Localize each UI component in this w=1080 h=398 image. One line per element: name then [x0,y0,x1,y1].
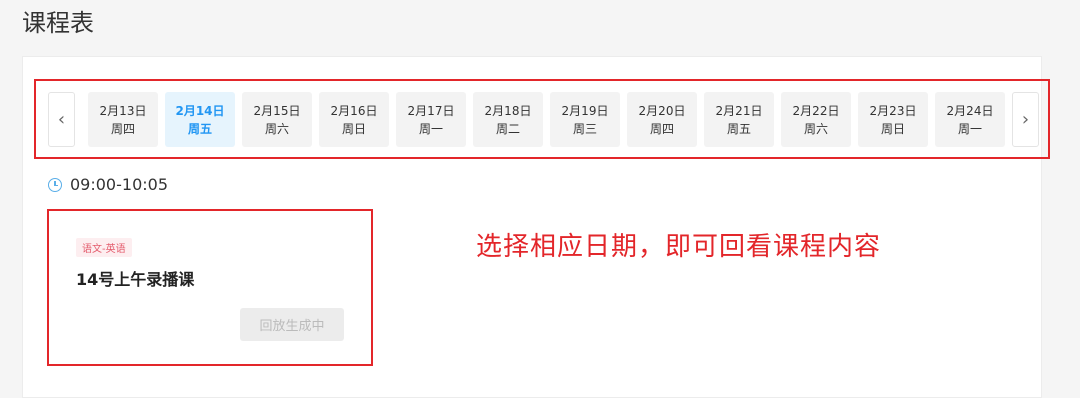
date-label: 2月20日 [638,103,686,118]
weekday-label: 周一 [957,121,982,136]
annotation-text: 选择相应日期，即可回看课程内容 [476,232,882,262]
prev-dates-button[interactable]: ‹ [48,92,75,147]
time-slot: 09:00-10:05 [48,175,168,194]
date-item[interactable]: 2月14日周五 [165,92,235,147]
subject-tag: 语文-英语 [76,238,132,257]
weekday-label: 周五 [726,121,751,136]
date-item[interactable]: 2月15日周六 [242,92,312,147]
weekday-label: 周一 [418,121,443,136]
date-item[interactable]: 2月13日周四 [88,92,158,147]
replay-button[interactable]: 回放生成中 [240,308,344,341]
date-label: 2月18日 [484,103,532,118]
weekday-label: 周三 [572,121,597,136]
chevron-right-icon: › [1021,109,1030,130]
date-item[interactable]: 2月24日周一 [935,92,1005,147]
date-item[interactable]: 2月22日周六 [781,92,851,147]
date-item[interactable]: 2月23日周日 [858,92,928,147]
date-label: 2月13日 [99,103,147,118]
date-label: 2月19日 [561,103,609,118]
date-label: 2月16日 [330,103,378,118]
next-dates-button[interactable]: › [1012,92,1039,147]
date-item[interactable]: 2月20日周四 [627,92,697,147]
weekday-label: 周四 [110,121,135,136]
date-label: 2月17日 [407,103,455,118]
date-item[interactable]: 2月18日周二 [473,92,543,147]
weekday-label: 周日 [341,121,366,136]
chevron-left-icon: ‹ [57,109,66,130]
clock-icon [48,177,62,192]
date-item[interactable]: 2月19日周三 [550,92,620,147]
date-item[interactable]: 2月17日周一 [396,92,466,147]
date-item[interactable]: 2月16日周日 [319,92,389,147]
date-label: 2月22日 [792,103,840,118]
date-label: 2月14日 [175,103,225,118]
course-card[interactable]: 语文-英语 14号上午录播课 回放生成中 [50,212,370,362]
date-label: 2月15日 [253,103,301,118]
date-label: 2月23日 [869,103,917,118]
date-label: 2月21日 [715,103,763,118]
weekday-label: 周六 [264,121,289,136]
weekday-label: 周二 [495,121,520,136]
weekday-label: 周六 [803,121,828,136]
time-slot-label: 09:00-10:05 [70,175,168,194]
course-title: 14号上午录播课 [76,270,195,289]
page-title: 课程表 [22,9,94,37]
date-strip: 2月13日 周四 2月14日 周五 2月15日 周六 2月16日 周日 2月17日 周一 2月18日… [88,92,1005,147]
weekday-label: 周四 [649,121,674,136]
weekday-label: 周五 [187,121,212,136]
date-label: 2月24日 [946,103,994,118]
weekday-label: 周日 [880,121,905,136]
date-item[interactable]: 2月21日周五 [704,92,774,147]
